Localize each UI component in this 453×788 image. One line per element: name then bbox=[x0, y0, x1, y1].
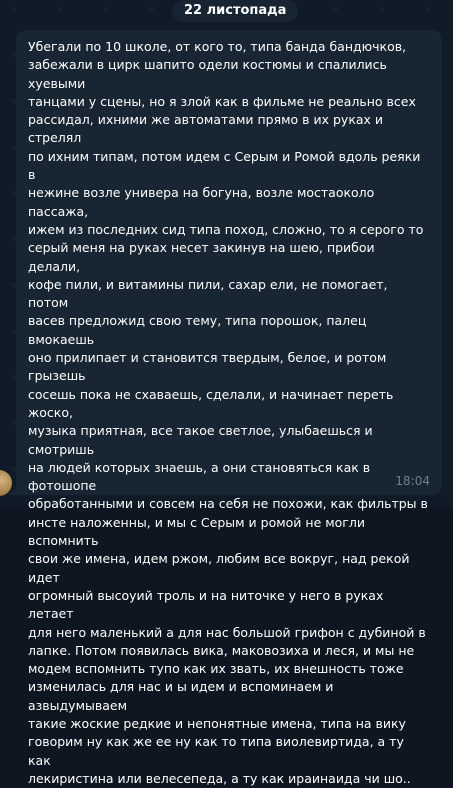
date-separator: 22 листопада bbox=[172, 0, 299, 22]
message-bubble[interactable]: Убегали по 10 школе, от кого то, типа ба… bbox=[16, 30, 442, 786]
message-time: 18:04 bbox=[395, 474, 430, 488]
message-text: Убегали по 10 школе, от кого то, типа ба… bbox=[28, 39, 428, 786]
